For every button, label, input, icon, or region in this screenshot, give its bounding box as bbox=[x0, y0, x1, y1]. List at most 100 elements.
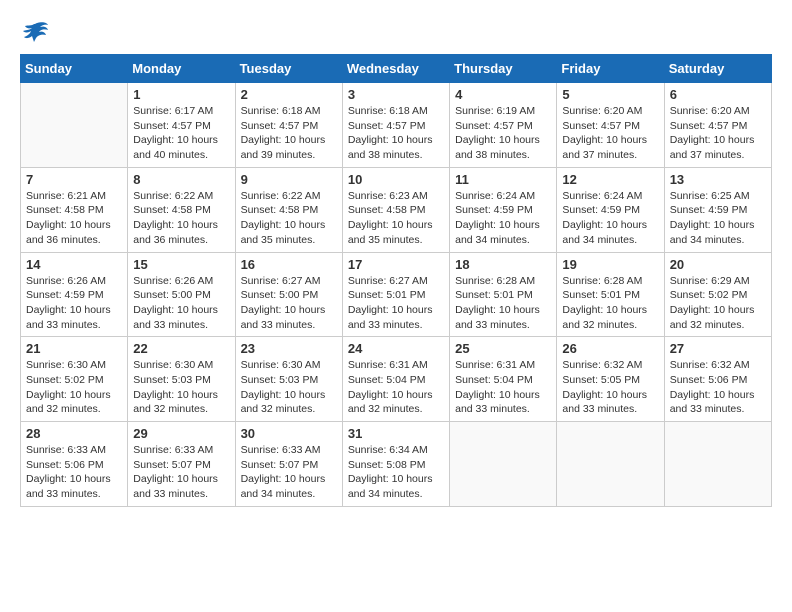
day-info: Sunrise: 6:19 AMSunset: 4:57 PMDaylight:… bbox=[455, 104, 551, 163]
day-number: 26 bbox=[562, 341, 658, 356]
day-number: 12 bbox=[562, 172, 658, 187]
calendar-cell: 1 Sunrise: 6:17 AMSunset: 4:57 PMDaylight… bbox=[128, 83, 235, 168]
calendar-cell bbox=[21, 83, 128, 168]
day-info: Sunrise: 6:18 AMSunset: 4:57 PMDaylight:… bbox=[241, 104, 337, 163]
calendar-table: SundayMondayTuesdayWednesdayThursdayFrid… bbox=[20, 54, 772, 507]
calendar-week-row: 1 Sunrise: 6:17 AMSunset: 4:57 PMDaylight… bbox=[21, 83, 772, 168]
day-number: 13 bbox=[670, 172, 766, 187]
day-info: Sunrise: 6:31 AMSunset: 5:04 PMDaylight:… bbox=[455, 358, 551, 417]
calendar-cell: 7Sunrise: 6:21 AMSunset: 4:58 PMDaylight… bbox=[21, 167, 128, 252]
day-number: 10 bbox=[348, 172, 444, 187]
day-info: Sunrise: 6:26 AMSunset: 5:00 PMDaylight:… bbox=[133, 274, 229, 333]
calendar-cell: 23Sunrise: 6:30 AMSunset: 5:03 PMDayligh… bbox=[235, 337, 342, 422]
day-number: 4 bbox=[455, 87, 551, 102]
calendar-week-row: 28 Sunrise: 6:33 AMSunset: 5:06 PMDayligh… bbox=[21, 422, 772, 507]
day-info: Sunrise: 6:32 AMSunset: 5:06 PMDaylight:… bbox=[670, 358, 766, 417]
calendar-cell: 30Sunrise: 6:33 AMSunset: 5:07 PMDayligh… bbox=[235, 422, 342, 507]
calendar-cell: 10 Sunrise: 6:23 AMSunset: 4:58 PMDayligh… bbox=[342, 167, 449, 252]
day-info: Sunrise: 6:20 AMSunset: 4:57 PMDaylight:… bbox=[670, 104, 766, 163]
day-info: Sunrise: 6:24 AMSunset: 4:59 PMDaylight:… bbox=[455, 189, 551, 248]
day-info: Sunrise: 6:34 AMSunset: 5:08 PMDaylight:… bbox=[348, 443, 444, 502]
weekday-header-monday: Monday bbox=[128, 55, 235, 83]
calendar-cell: 31 Sunrise: 6:34 AMSunset: 5:08 PMDayligh… bbox=[342, 422, 449, 507]
day-number: 15 bbox=[133, 257, 229, 272]
day-info: Sunrise: 6:32 AMSunset: 5:05 PMDaylight:… bbox=[562, 358, 658, 417]
day-number: 17 bbox=[348, 257, 444, 272]
day-number: 14 bbox=[26, 257, 122, 272]
day-info: Sunrise: 6:22 AMSunset: 4:58 PMDaylight:… bbox=[133, 189, 229, 248]
day-number: 1 bbox=[133, 87, 229, 102]
weekday-header-wednesday: Wednesday bbox=[342, 55, 449, 83]
day-number: 6 bbox=[670, 87, 766, 102]
day-info: Sunrise: 6:17 AMSunset: 4:57 PMDaylight:… bbox=[133, 104, 229, 163]
logo-icon bbox=[20, 20, 50, 44]
weekday-header-friday: Friday bbox=[557, 55, 664, 83]
calendar-cell: 24 Sunrise: 6:31 AMSunset: 5:04 PMDayligh… bbox=[342, 337, 449, 422]
day-number: 21 bbox=[26, 341, 122, 356]
day-info: Sunrise: 6:33 AMSunset: 5:07 PMDaylight:… bbox=[241, 443, 337, 502]
day-info: Sunrise: 6:33 AMSunset: 5:06 PMDaylight:… bbox=[26, 443, 122, 502]
calendar-cell: 16Sunrise: 6:27 AMSunset: 5:00 PMDayligh… bbox=[235, 252, 342, 337]
day-number: 11 bbox=[455, 172, 551, 187]
day-info: Sunrise: 6:31 AMSunset: 5:04 PMDaylight:… bbox=[348, 358, 444, 417]
calendar-cell bbox=[557, 422, 664, 507]
calendar-cell: 3 Sunrise: 6:18 AMSunset: 4:57 PMDaylight… bbox=[342, 83, 449, 168]
day-number: 31 bbox=[348, 426, 444, 441]
calendar-cell: 8Sunrise: 6:22 AMSunset: 4:58 PMDaylight… bbox=[128, 167, 235, 252]
calendar-cell: 6 Sunrise: 6:20 AMSunset: 4:57 PMDaylight… bbox=[664, 83, 771, 168]
day-number: 28 bbox=[26, 426, 122, 441]
calendar-cell: 11 Sunrise: 6:24 AMSunset: 4:59 PMDayligh… bbox=[450, 167, 557, 252]
day-info: Sunrise: 6:26 AMSunset: 4:59 PMDaylight:… bbox=[26, 274, 122, 333]
day-info: Sunrise: 6:22 AMSunset: 4:58 PMDaylight:… bbox=[241, 189, 337, 248]
day-info: Sunrise: 6:28 AMSunset: 5:01 PMDaylight:… bbox=[562, 274, 658, 333]
day-info: Sunrise: 6:25 AMSunset: 4:59 PMDaylight:… bbox=[670, 189, 766, 248]
calendar-cell: 15 Sunrise: 6:26 AMSunset: 5:00 PMDayligh… bbox=[128, 252, 235, 337]
calendar-cell: 9 Sunrise: 6:22 AMSunset: 4:58 PMDaylight… bbox=[235, 167, 342, 252]
calendar-header-row: SundayMondayTuesdayWednesdayThursdayFrid… bbox=[21, 55, 772, 83]
calendar-cell: 20Sunrise: 6:29 AMSunset: 5:02 PMDayligh… bbox=[664, 252, 771, 337]
calendar-cell bbox=[450, 422, 557, 507]
day-info: Sunrise: 6:18 AMSunset: 4:57 PMDaylight:… bbox=[348, 104, 444, 163]
calendar-cell: 4 Sunrise: 6:19 AMSunset: 4:57 PMDaylight… bbox=[450, 83, 557, 168]
weekday-header-saturday: Saturday bbox=[664, 55, 771, 83]
calendar-cell: 27 Sunrise: 6:32 AMSunset: 5:06 PMDayligh… bbox=[664, 337, 771, 422]
day-number: 20 bbox=[670, 257, 766, 272]
day-number: 27 bbox=[670, 341, 766, 356]
calendar-cell: 28 Sunrise: 6:33 AMSunset: 5:06 PMDayligh… bbox=[21, 422, 128, 507]
calendar-cell: 25Sunrise: 6:31 AMSunset: 5:04 PMDayligh… bbox=[450, 337, 557, 422]
day-info: Sunrise: 6:33 AMSunset: 5:07 PMDaylight:… bbox=[133, 443, 229, 502]
day-info: Sunrise: 6:30 AMSunset: 5:03 PMDaylight:… bbox=[133, 358, 229, 417]
day-info: Sunrise: 6:27 AMSunset: 5:01 PMDaylight:… bbox=[348, 274, 444, 333]
page-header bbox=[20, 20, 772, 44]
day-number: 5 bbox=[562, 87, 658, 102]
calendar-cell: 18 Sunrise: 6:28 AMSunset: 5:01 PMDayligh… bbox=[450, 252, 557, 337]
day-number: 3 bbox=[348, 87, 444, 102]
day-number: 16 bbox=[241, 257, 337, 272]
day-number: 2 bbox=[241, 87, 337, 102]
day-number: 23 bbox=[241, 341, 337, 356]
day-number: 9 bbox=[241, 172, 337, 187]
calendar-cell: 17 Sunrise: 6:27 AMSunset: 5:01 PMDayligh… bbox=[342, 252, 449, 337]
day-number: 24 bbox=[348, 341, 444, 356]
calendar-week-row: 14 Sunrise: 6:26 AMSunset: 4:59 PMDayligh… bbox=[21, 252, 772, 337]
calendar-cell: 13 Sunrise: 6:25 AMSunset: 4:59 PMDayligh… bbox=[664, 167, 771, 252]
logo bbox=[20, 20, 54, 44]
calendar-cell: 2 Sunrise: 6:18 AMSunset: 4:57 PMDaylight… bbox=[235, 83, 342, 168]
day-number: 29 bbox=[133, 426, 229, 441]
calendar-cell: 29 Sunrise: 6:33 AMSunset: 5:07 PMDayligh… bbox=[128, 422, 235, 507]
day-info: Sunrise: 6:20 AMSunset: 4:57 PMDaylight:… bbox=[562, 104, 658, 163]
calendar-cell: 14 Sunrise: 6:26 AMSunset: 4:59 PMDayligh… bbox=[21, 252, 128, 337]
day-number: 18 bbox=[455, 257, 551, 272]
calendar-cell: 12Sunrise: 6:24 AMSunset: 4:59 PMDayligh… bbox=[557, 167, 664, 252]
day-info: Sunrise: 6:21 AMSunset: 4:58 PMDaylight:… bbox=[26, 189, 122, 248]
day-number: 22 bbox=[133, 341, 229, 356]
calendar-week-row: 21Sunrise: 6:30 AMSunset: 5:02 PMDayligh… bbox=[21, 337, 772, 422]
weekday-header-sunday: Sunday bbox=[21, 55, 128, 83]
day-info: Sunrise: 6:28 AMSunset: 5:01 PMDaylight:… bbox=[455, 274, 551, 333]
weekday-header-thursday: Thursday bbox=[450, 55, 557, 83]
calendar-cell: 19Sunrise: 6:28 AMSunset: 5:01 PMDayligh… bbox=[557, 252, 664, 337]
calendar-week-row: 7Sunrise: 6:21 AMSunset: 4:58 PMDaylight… bbox=[21, 167, 772, 252]
calendar-cell: 22 Sunrise: 6:30 AMSunset: 5:03 PMDayligh… bbox=[128, 337, 235, 422]
calendar-cell: 5 Sunrise: 6:20 AMSunset: 4:57 PMDaylight… bbox=[557, 83, 664, 168]
day-info: Sunrise: 6:23 AMSunset: 4:58 PMDaylight:… bbox=[348, 189, 444, 248]
